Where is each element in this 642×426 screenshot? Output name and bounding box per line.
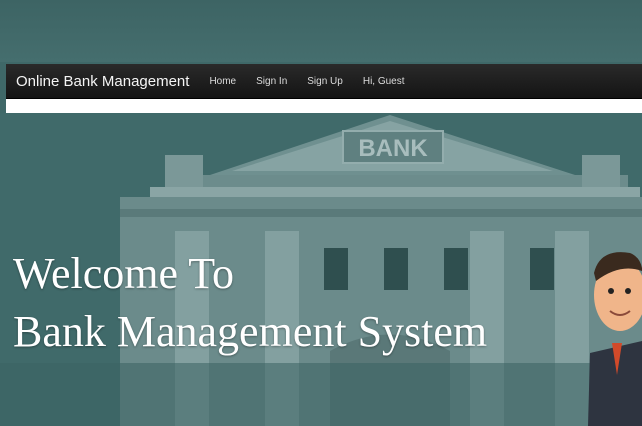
building-band [120,209,642,217]
nav-user-greeting[interactable]: Hi, Guest [363,76,405,87]
building-cornice-lower [150,187,640,197]
hero-title-line-2: Bank Management System [13,307,488,356]
hero-title: Welcome To Bank Management System [13,245,487,361]
right-tower [582,155,620,187]
hero-banner: BANK Welcome To Bank Management System [0,113,642,426]
building-cornice [168,175,628,187]
nav-home-link[interactable]: Home [209,76,236,87]
left-tower [165,155,203,187]
page-background-top [0,0,642,62]
nav-sign-in-link[interactable]: Sign In [256,76,287,87]
bank-sign-text: BANK [358,135,428,162]
navbar-divider-strip [6,99,642,113]
nav-sign-up-link[interactable]: Sign Up [307,76,343,87]
ground-shade [0,363,642,426]
top-navbar: Online Bank Management Home Sign In Sign… [6,64,642,99]
nav-links: Home Sign In Sign Up Hi, Guest [209,76,424,87]
brand-link[interactable]: Online Bank Management [16,73,189,90]
hero-title-line-1: Welcome To [13,249,235,298]
